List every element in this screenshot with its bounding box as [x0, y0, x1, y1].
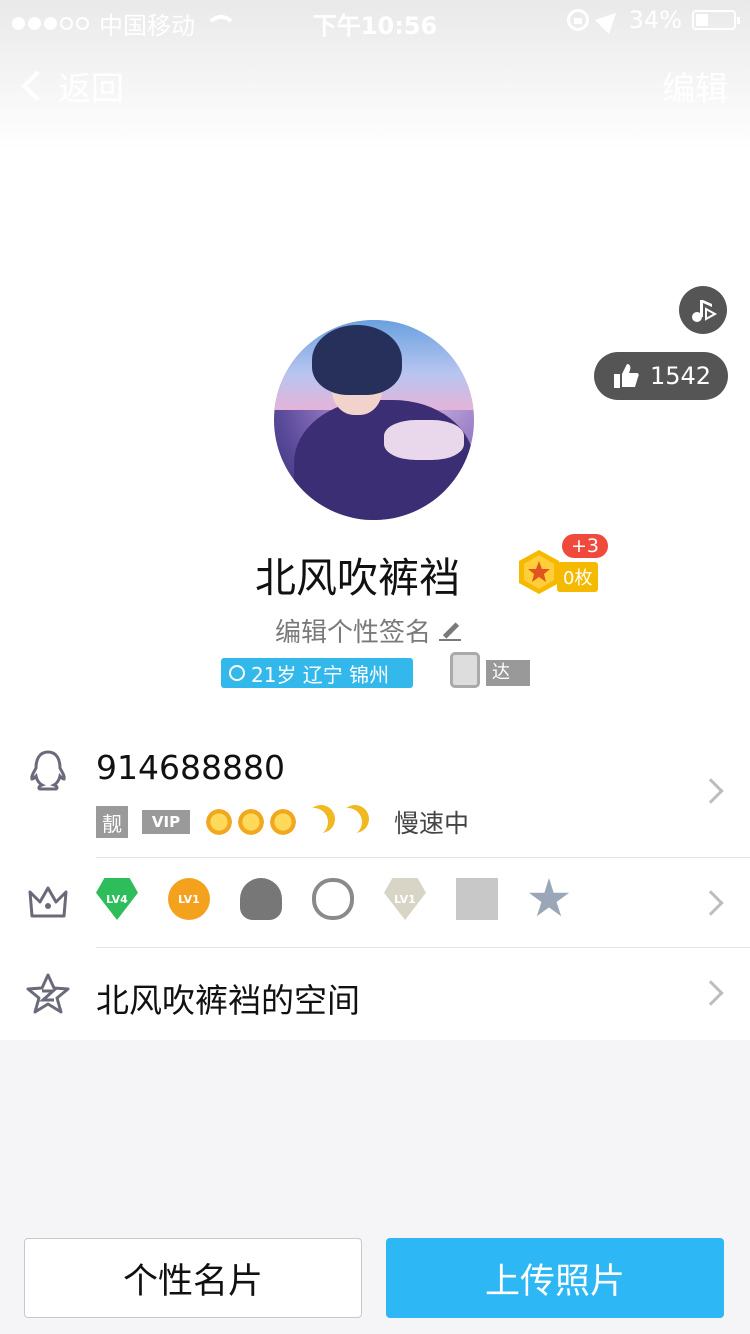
sun-icon — [268, 807, 298, 837]
back-label: 返回 — [58, 69, 124, 108]
user-info-text: 21岁 辽宁 锦州 — [251, 662, 390, 687]
badges-row[interactable]: LV4 LV1 LV1 — [0, 858, 750, 948]
edit-button[interactable]: 编辑 — [662, 62, 728, 110]
chevron-right-icon — [698, 980, 724, 1006]
phone-wings-icon — [450, 652, 480, 688]
back-button[interactable]: 返回 — [16, 62, 124, 110]
name-row: 北风吹裤裆 — [0, 544, 750, 604]
profile-name: 北风吹裤裆 — [255, 554, 460, 602]
expert-label: 达人 — [486, 660, 530, 709]
pencil-icon — [439, 620, 462, 642]
user-info-tag: 21岁 辽宁 锦州 — [221, 658, 413, 688]
thumbs-up-icon — [614, 364, 639, 388]
penguin-badge[interactable] — [240, 878, 282, 920]
qq-number-row[interactable]: 914688880 靓 VIP 慢速中 — [0, 718, 750, 858]
moon-icon — [300, 808, 328, 836]
qq-level-icons — [204, 807, 366, 837]
upload-photo-button[interactable]: 上传照片 — [386, 1238, 724, 1318]
avatar-hood — [294, 400, 474, 520]
sun-icon — [236, 807, 266, 837]
vip-status: 靓 VIP 慢速中 — [96, 804, 469, 840]
medal-new-badge: +3 — [562, 534, 609, 558]
music-lv1-badge[interactable]: LV1 — [168, 878, 210, 920]
profile-card-button[interactable]: 个性名片 — [24, 1238, 362, 1318]
badge-list: LV4 LV1 LV1 — [96, 878, 570, 920]
status-bar: 中国移动 下午10:56 34% — [0, 0, 750, 40]
signature-text: 编辑个性签名 — [275, 618, 432, 648]
battery-level — [696, 14, 708, 26]
vip-badge: VIP — [142, 810, 190, 834]
edit-signature-button[interactable]: 编辑个性签名 — [275, 612, 462, 649]
star-badge[interactable] — [528, 878, 570, 917]
like-button[interactable]: 1542 — [594, 352, 728, 400]
expert-tag[interactable]: 达人 — [434, 652, 530, 709]
qzone-label: 北风吹裤裆的空间 — [96, 981, 360, 1020]
music-button[interactable] — [679, 286, 727, 334]
location-arrow-icon — [594, 5, 623, 35]
chevron-right-icon — [698, 890, 724, 916]
music-note-icon — [692, 300, 718, 322]
chevron-right-icon — [698, 778, 724, 804]
chevron-left-icon — [21, 70, 53, 102]
status-right: 34% — [566, 5, 740, 35]
medal-count: 0枚 — [557, 562, 599, 592]
svip-lv4-badge[interactable]: LV4 — [96, 878, 138, 920]
avatar-collar — [384, 420, 464, 460]
sun-icon — [204, 807, 234, 837]
speed-status: 慢速中 — [394, 809, 470, 838]
qq-penguin-icon — [30, 750, 66, 791]
male-icon — [229, 665, 245, 681]
diamond-lv1-badge[interactable]: LV1 — [384, 878, 426, 920]
crown-icon — [28, 886, 68, 918]
qq-number: 914688880 — [96, 748, 285, 787]
avatar[interactable] — [274, 320, 474, 520]
battery-percent: 34% — [628, 6, 682, 34]
moon-icon — [334, 808, 362, 836]
book-badge[interactable] — [456, 878, 498, 920]
qzone-star-icon — [26, 973, 70, 1014]
medal-icon[interactable] — [517, 548, 561, 596]
cloud-badge[interactable] — [312, 878, 354, 920]
orientation-lock-icon — [566, 9, 589, 31]
battery-icon — [692, 10, 740, 30]
like-count: 1542 — [650, 362, 712, 390]
avatar-hair — [312, 325, 402, 395]
liang-badge: 靓 — [96, 806, 128, 838]
qzone-row[interactable]: 北风吹裤裆的空间 — [0, 948, 750, 1038]
